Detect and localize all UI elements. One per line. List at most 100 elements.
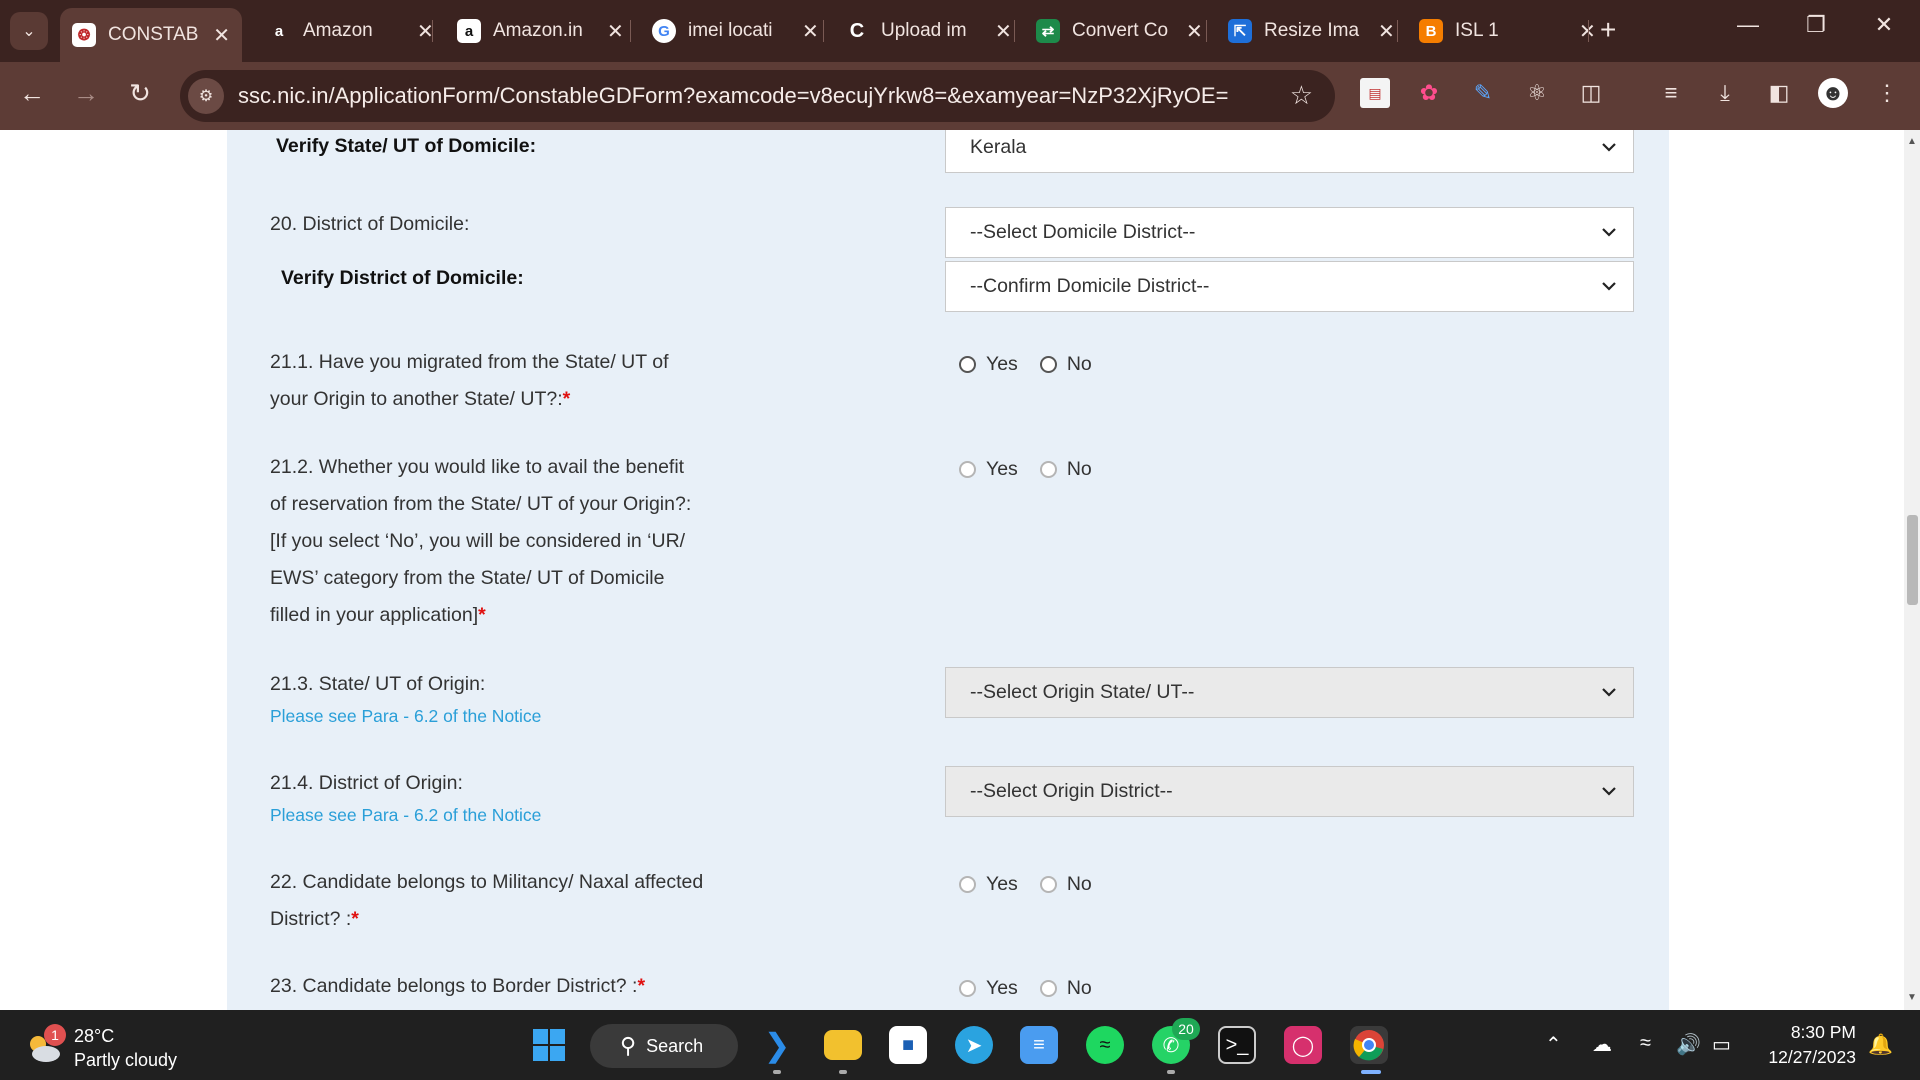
q22-label: 22. Candidate belongs to Militancy/ Naxa… [270,871,704,930]
system-clock[interactable]: 8:30 PM 12/27/2023 [1760,1020,1856,1070]
notification-bell-icon[interactable]: 🔔 [1868,1032,1893,1057]
tab-isl[interactable]: B ISL 1 ✕ [1407,8,1608,54]
windows-start-icon[interactable] [530,1026,568,1064]
q21-2-no-radio[interactable] [1039,461,1057,478]
url-text[interactable]: ssc.nic.in/ApplicationForm/ConstableGDFo… [238,83,1228,109]
verify-state-select[interactable]: Kerala [945,130,1634,173]
partly-cloudy-icon: 1 [24,1024,66,1068]
verify-district-select[interactable]: --Confirm Domicile District-- [945,261,1634,312]
page-scrollbar[interactable]: ▲ ▼ [1904,130,1920,1010]
weather-desc: Partly cloudy [74,1050,178,1070]
chevron-down-icon [1602,143,1616,152]
tab-constable[interactable]: ❂ CONSTABL ✕ [60,8,242,62]
notepad-icon[interactable]: ≡ [1020,1026,1058,1064]
chevron-down-icon [1602,282,1616,291]
extension-puzzle-pink-icon[interactable]: ✿ [1414,78,1444,108]
wifi-icon[interactable]: ≈ [1640,1032,1651,1055]
q21-3-notice-link[interactable]: Please see Para - 6.2 of the Notice [270,706,541,727]
district-domicile-select[interactable]: --Select Domicile District-- [945,207,1634,258]
store-icon[interactable]: ■ [889,1026,927,1064]
address-bar[interactable]: ⚙ ssc.nic.in/ApplicationForm/ConstableGD… [180,70,1335,122]
reading-list-icon[interactable]: ≡ [1656,78,1686,108]
window-close-icon[interactable]: ✕ [1864,12,1904,38]
close-icon[interactable]: ✕ [213,23,230,48]
tab-upload[interactable]: C Upload im ✕ [833,8,1024,54]
file-explorer-icon[interactable] [824,1030,862,1060]
close-icon[interactable]: ✕ [802,19,819,44]
upload-c-icon: C [849,19,865,42]
close-icon[interactable]: ✕ [1186,19,1203,44]
tab-imei[interactable]: G imei locati ✕ [640,8,831,54]
q23-radio-group: Yes No [959,977,1114,1000]
blogger-icon: B [1419,19,1443,43]
verify-district-label: Verify District of Domicile: [281,267,524,289]
chrome-icon[interactable] [1350,1026,1388,1064]
reload-icon[interactable]: ↻ [122,78,158,109]
terminal-icon[interactable]: >_ [1218,1026,1256,1064]
google-icon: G [652,19,676,43]
q22-radio-group: Yes No [959,873,1114,896]
search-icon: ⚲ [620,1033,637,1058]
q21-2-radio-group: Yes No [959,458,1114,481]
telegram-icon[interactable]: ➤ [955,1026,993,1064]
amazon-icon: a [274,22,284,40]
q21-1-yes-radio[interactable] [959,356,976,373]
q21-1-label: 21.1. Have you migrated from the State/ … [270,351,669,410]
download-icon[interactable]: ⤓ [1710,78,1740,108]
site-settings-icon[interactable]: ⚙ [188,78,224,114]
q23-yes-radio[interactable] [959,980,976,997]
spotify-icon[interactable]: ≈ [1086,1026,1124,1064]
instagram-icon[interactable]: ◯ [1284,1026,1322,1064]
forward-arrow-icon[interactable]: → [68,78,104,109]
whatsapp-badge: 20 [1172,1018,1200,1040]
q21-1-radio-group: Yes No [959,353,1114,376]
extension-pen-icon[interactable]: ✎ [1468,78,1498,108]
volume-icon[interactable]: 🔊 [1676,1032,1701,1057]
weather-temp: 28°C [74,1026,115,1046]
weather-widget[interactable]: 1 28°C Partly cloudy [24,1024,177,1072]
close-icon[interactable]: ✕ [1378,19,1395,44]
chevron-down-icon [1602,228,1616,237]
bookmark-star-icon[interactable]: ☆ [1290,80,1313,111]
ssc-emblem-icon: ❂ [72,23,96,47]
q21-2-label: 21.2. Whether you would like to avail th… [270,456,692,626]
restore-icon[interactable]: ❐ [1796,12,1836,38]
scroll-up-icon[interactable]: ▲ [1907,136,1917,147]
tab-amazon-in[interactable]: a Amazon.in ✕ [445,8,636,54]
origin-state-select[interactable]: --Select Origin State/ UT-- [945,667,1634,718]
onedrive-icon[interactable]: ☁ [1592,1032,1612,1057]
extensions-puzzle-icon[interactable]: ◫ [1576,78,1606,108]
tab-convert[interactable]: ⇄ Convert Co ✕ [1024,8,1215,54]
chevron-down-icon [1602,688,1616,697]
tab-resize[interactable]: ⇱ Resize Ima ✕ [1216,8,1407,54]
menu-kebab-icon[interactable]: ⋮ [1872,78,1902,108]
tab-search-button[interactable]: ⌄ [10,12,48,50]
origin-district-select[interactable]: --Select Origin District-- [945,766,1634,817]
taskbar-search[interactable]: ⚲ Search [590,1024,738,1068]
convert-icon: ⇄ [1036,19,1060,43]
profile-avatar[interactable]: ☻ [1818,78,1848,108]
q21-4-notice-link[interactable]: Please see Para - 6.2 of the Notice [270,805,541,826]
q23-no-radio[interactable] [1039,980,1057,997]
scroll-down-icon[interactable]: ▼ [1907,992,1917,1003]
close-icon[interactable]: ✕ [995,19,1012,44]
new-tab-button[interactable]: + [1600,14,1616,46]
q22-no-radio[interactable] [1039,876,1057,893]
q22-yes-radio[interactable] [959,876,976,893]
scrollbar-thumb[interactable] [1907,515,1918,605]
chevron-down-icon [1602,787,1616,796]
back-arrow-icon[interactable]: ← [14,78,50,109]
minimize-icon[interactable]: — [1728,12,1768,38]
extension-atom-icon[interactable]: ⚛ [1522,78,1552,108]
q21-2-yes-radio[interactable] [959,461,976,478]
close-icon[interactable]: ✕ [607,19,624,44]
battery-icon[interactable]: ▭ [1712,1032,1731,1057]
show-hidden-icons[interactable]: ⌃ [1545,1032,1562,1057]
tab-amazon[interactable]: a Amazon ✕ [255,8,446,54]
vscode-icon[interactable]: ❯ [758,1026,796,1064]
notification-badge: 1 [44,1024,66,1046]
browser-toolbar: ← → ↻ ⚙ ssc.nic.in/ApplicationForm/Const… [0,62,1920,130]
side-panel-icon[interactable]: ◧ [1764,78,1794,108]
q21-1-no-radio[interactable] [1039,356,1057,373]
extension-note-icon[interactable]: ▤ [1360,78,1390,108]
